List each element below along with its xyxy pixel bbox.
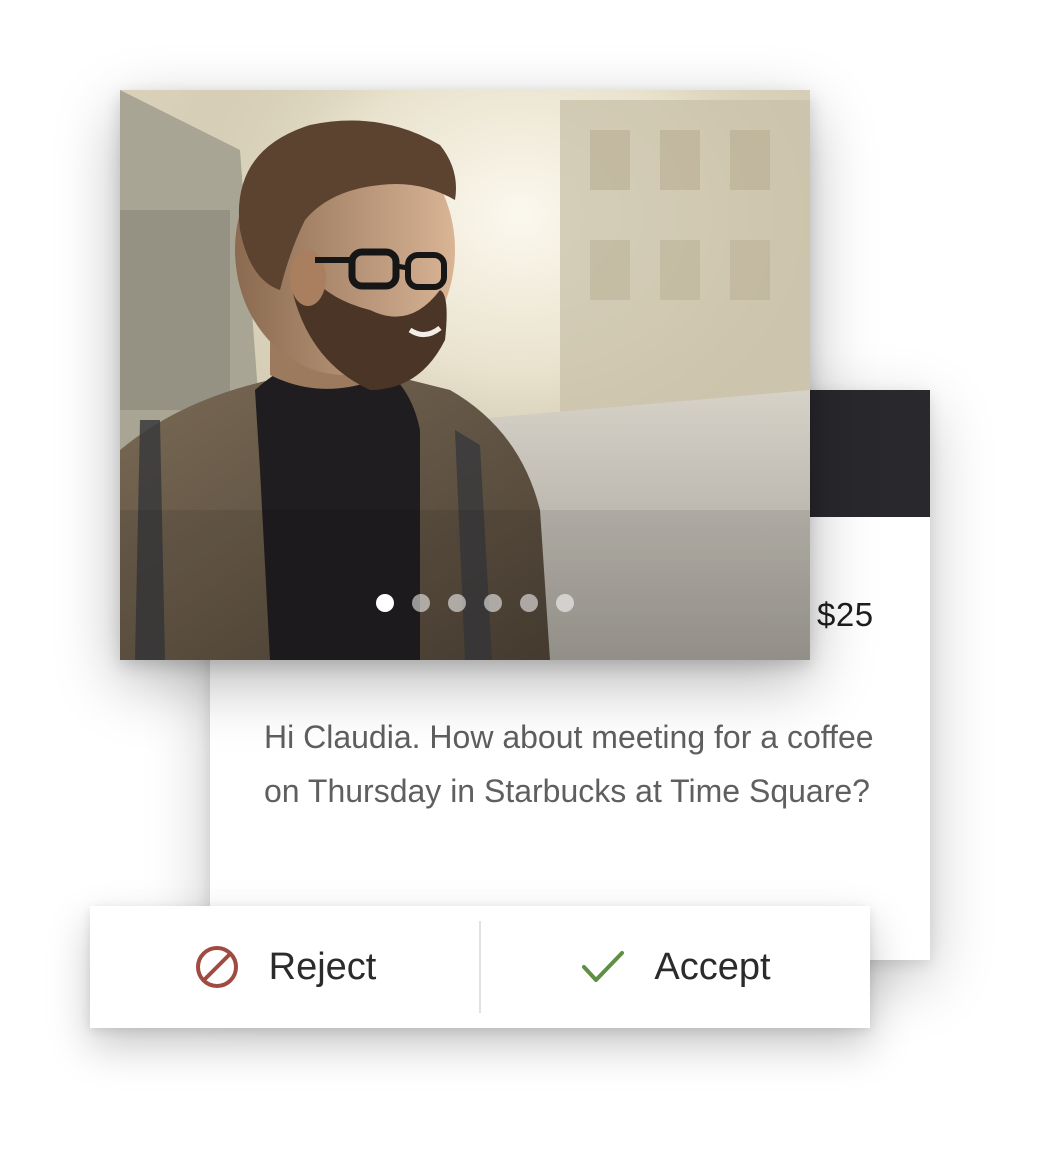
photo-pagination <box>120 594 810 612</box>
offer-message: Hi Claudia. How about meeting for a coff… <box>264 719 874 809</box>
pagination-dot[interactable] <box>412 594 430 612</box>
check-icon <box>580 947 626 987</box>
reject-button[interactable]: Reject <box>90 906 479 1028</box>
offer-price: $25 <box>817 596 874 633</box>
profile-photo[interactable] <box>120 90 810 660</box>
reject-label: Reject <box>268 945 377 988</box>
offer-actions-bar: Reject Accept <box>90 906 870 1028</box>
pagination-dot-active[interactable] <box>376 594 394 612</box>
accept-button[interactable]: Accept <box>481 906 870 1028</box>
pagination-dot[interactable] <box>484 594 502 612</box>
pagination-dot[interactable] <box>520 594 538 612</box>
block-icon <box>193 943 241 991</box>
profile-photo-image <box>120 90 810 660</box>
accept-label: Accept <box>654 945 771 988</box>
pagination-dot[interactable] <box>448 594 466 612</box>
pagination-dot[interactable] <box>556 594 574 612</box>
offer-card-stage: $25 Hi Claudia. How about meeting for a … <box>0 0 1050 1149</box>
